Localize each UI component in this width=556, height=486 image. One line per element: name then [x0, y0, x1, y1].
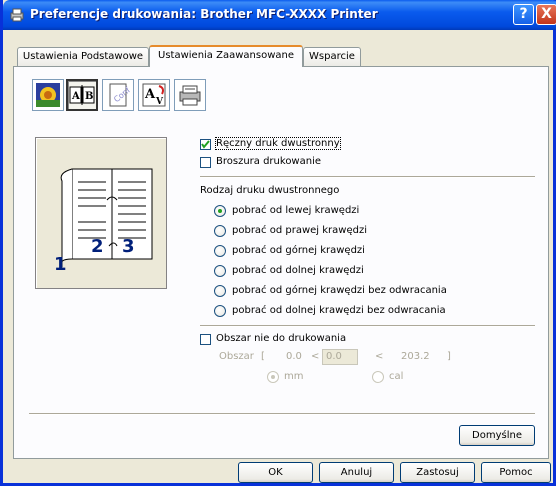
page-setting-icon: A V	[142, 83, 166, 107]
device-options-icon	[179, 85, 201, 106]
duplex-right-radio[interactable]	[214, 225, 226, 237]
duplex-preview-image: 1 2 3	[54, 168, 153, 275]
help-button[interactable]: Pomoc	[481, 462, 551, 483]
default-button[interactable]: Domyślne	[459, 425, 535, 446]
unit-mm-label[interactable]: mm	[284, 371, 303, 382]
manual-duplex-checkbox[interactable]	[200, 139, 211, 150]
unit-cal-label[interactable]: cal	[389, 371, 403, 382]
offset-field-label: Obszar	[219, 351, 254, 362]
duplex-type-heading: Rodzaj druku dwustronnego	[200, 185, 340, 196]
divider	[200, 176, 535, 178]
duplex-right-label[interactable]: pobrać od prawej krawędzi	[232, 225, 367, 236]
divider	[29, 413, 535, 415]
close-button[interactable]: X	[536, 4, 556, 25]
duplex-left-radio[interactable]	[214, 205, 226, 217]
svg-text:V: V	[155, 97, 164, 107]
binding-offset-checkbox[interactable]	[200, 334, 211, 345]
divider	[200, 325, 535, 327]
preview-page-2: 2	[91, 236, 104, 257]
bracket-close: ]	[447, 351, 451, 362]
printer-icon	[10, 8, 24, 22]
svg-text:A: A	[144, 87, 156, 102]
page-setting-button[interactable]: A V	[138, 79, 170, 111]
svg-text:A: A	[71, 91, 80, 102]
duplex-bottom-radio[interactable]	[214, 265, 226, 277]
duplex-top-noflip-radio[interactable]	[214, 285, 226, 297]
duplex-top-radio[interactable]	[214, 245, 226, 257]
tab-support[interactable]: Wsparcie	[303, 47, 361, 66]
offset-max: 203.2	[401, 351, 430, 362]
preview-page-1: 1	[54, 254, 67, 275]
svg-text:B: B	[85, 91, 93, 102]
duplex-bottom-noflip-radio[interactable]	[214, 305, 226, 317]
duplex-top-noflip-label[interactable]: pobrać od górnej krawędzi bez odwracania	[232, 285, 447, 296]
duplex-preview: 1 2 3	[35, 137, 167, 289]
duplex-icon: A B	[69, 85, 95, 105]
less-than-1: <	[311, 351, 320, 362]
title-bar[interactable]: Preferencje drukowania: Brother MFC-XXXX…	[3, 0, 556, 30]
manual-duplex-label[interactable]: Ręczny druk dwustronny	[215, 137, 341, 150]
bracket-open: [	[261, 351, 265, 362]
tab-advanced[interactable]: Ustawienia Zaawansowane	[149, 45, 303, 67]
device-options-button[interactable]	[174, 79, 206, 111]
offset-min: 0.0	[286, 351, 302, 362]
booklet-label[interactable]: Broszura drukowanie	[216, 156, 321, 167]
unit-cal-radio[interactable]	[372, 371, 384, 383]
watermark-icon: Conf	[109, 83, 132, 107]
window-title: Preferencje drukowania: Brother MFC-XXXX…	[30, 7, 378, 21]
duplex-left-label[interactable]: pobrać od lewej krawędzi	[232, 205, 359, 216]
color-button[interactable]	[32, 79, 64, 111]
cancel-button[interactable]: Anuluj	[319, 462, 394, 483]
booklet-checkbox[interactable]	[200, 157, 211, 168]
preview-page-3: 3	[122, 236, 135, 257]
duplex-button[interactable]: A B	[66, 79, 98, 111]
ok-button[interactable]: OK	[238, 462, 313, 483]
duplex-bottom-noflip-label[interactable]: pobrać od dolnej krawędzi bez odwracania	[232, 305, 446, 316]
offset-value-input[interactable]: 0.0	[322, 349, 358, 365]
color-icon	[36, 83, 60, 107]
less-than-2: <	[375, 351, 384, 362]
watermark-button[interactable]: Conf	[102, 79, 134, 111]
help-title-button[interactable]: ?	[513, 4, 534, 25]
print-preferences-window: Preferencje drukowania: Brother MFC-XXXX…	[0, 0, 556, 486]
binding-offset-label[interactable]: Obszar nie do drukowania	[216, 333, 346, 344]
duplex-top-label[interactable]: pobrać od górnej krawędzi	[232, 245, 365, 256]
apply-button[interactable]: Zastosuj	[400, 462, 475, 483]
duplex-bottom-label[interactable]: pobrać od dolnej krawędzi	[232, 265, 364, 276]
unit-mm-radio[interactable]	[267, 371, 279, 383]
tab-basic[interactable]: Ustawienia Podstawowe	[17, 47, 149, 66]
checkmark-icon	[201, 140, 210, 149]
